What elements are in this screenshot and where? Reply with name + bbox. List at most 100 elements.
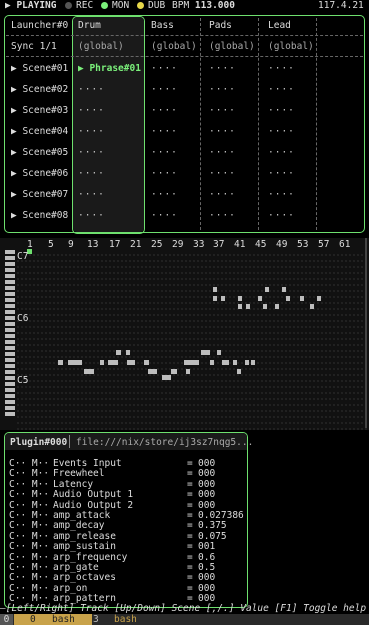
clip-slot[interactable]: ····	[151, 63, 178, 74]
midi-note[interactable]	[217, 350, 221, 355]
midi-note[interactable]	[263, 304, 267, 309]
midi-note[interactable]	[108, 360, 118, 365]
pads-sync[interactable]: (global)	[209, 41, 255, 52]
tmux-session[interactable]: 0	[0, 614, 13, 625]
clip-slot[interactable]: ····	[209, 63, 236, 74]
scene-row-5[interactable]: ▶ Scene#05	[11, 147, 68, 158]
clip-slot[interactable]: ····	[268, 63, 295, 74]
midi-note[interactable]	[300, 296, 304, 301]
plugin-param-row[interactable]: C·· M·· amp_sustain = 001	[9, 541, 215, 552]
midi-note[interactable]	[222, 360, 229, 365]
clip-slot[interactable]: ····	[209, 168, 236, 179]
midi-note[interactable]	[317, 296, 321, 301]
clip-slot[interactable]: ····	[151, 210, 178, 221]
clip-active[interactable]: ▶ Phrase#01	[78, 63, 141, 74]
mon-toggle[interactable]: MON	[101, 0, 129, 12]
plugin-param-row[interactable]: C·· M·· amp_release = 0.075	[9, 531, 227, 542]
midi-note[interactable]	[162, 375, 171, 380]
clip-slot[interactable]: ····	[209, 189, 236, 200]
param-value[interactable]: 000	[198, 489, 215, 500]
track-header-bass[interactable]: Bass	[151, 20, 174, 31]
midi-note[interactable]	[186, 369, 190, 374]
clip-slot[interactable]: ····	[151, 105, 178, 116]
midi-note[interactable]	[184, 360, 199, 365]
param-value[interactable]: 000	[198, 458, 215, 469]
clip-slot[interactable]: ····	[268, 210, 295, 221]
midi-note[interactable]	[126, 350, 130, 355]
param-value[interactable]: 001	[198, 541, 215, 552]
scene-row-2[interactable]: ▶ Scene#02	[11, 84, 68, 95]
lead-sync[interactable]: (global)	[268, 41, 314, 52]
param-value[interactable]: 0.6	[198, 552, 215, 563]
midi-note[interactable]	[68, 360, 82, 365]
scene-row-7[interactable]: ▶ Scene#07	[11, 189, 68, 200]
clip-slot[interactable]: ····	[78, 189, 105, 200]
midi-note[interactable]	[210, 360, 214, 365]
sync-setting[interactable]: Sync 1/1	[11, 41, 57, 52]
clip-slot[interactable]: ····	[268, 84, 295, 95]
param-value[interactable]: 0.375	[198, 520, 227, 531]
clip-slot[interactable]: ····	[268, 168, 295, 179]
param-value[interactable]: 0.5	[198, 562, 215, 573]
midi-note[interactable]	[213, 287, 217, 292]
plugin-param-row[interactable]: C·· M·· Audio Output 1 = 000	[9, 489, 215, 500]
piano-roll[interactable]: 1 5 9 13 17 21 25 29 33 37 41 45 49 53 5…	[0, 238, 369, 430]
clip-slot[interactable]: ····	[209, 126, 236, 137]
midi-note[interactable]	[251, 360, 255, 365]
midi-note[interactable]	[238, 296, 242, 301]
bass-sync[interactable]: (global)	[151, 41, 197, 52]
midi-note[interactable]	[275, 304, 279, 309]
dub-toggle[interactable]: DUB	[137, 0, 165, 12]
midi-note[interactable]	[148, 369, 157, 374]
clip-slot[interactable]: ····	[151, 126, 178, 137]
plugin-param-row[interactable]: C·· M·· amp_attack = 0.027386	[9, 510, 244, 521]
clip-slot[interactable]: ····	[209, 105, 236, 116]
plugin-param-row[interactable]: C·· M·· Freewheel = 000	[9, 468, 215, 479]
midi-note[interactable]	[246, 304, 250, 309]
midi-note[interactable]	[245, 360, 249, 365]
midi-note[interactable]	[233, 360, 237, 365]
midi-note[interactable]	[286, 296, 290, 301]
plugin-param-row[interactable]: C·· M·· arp_octaves = 000	[9, 572, 215, 583]
clip-slot[interactable]: ····	[151, 189, 178, 200]
clip-slot[interactable]: ····	[209, 210, 236, 221]
param-value[interactable]: 000	[198, 572, 215, 583]
clip-slot[interactable]: ····	[78, 210, 105, 221]
midi-note[interactable]	[201, 350, 210, 355]
midi-note[interactable]	[144, 360, 149, 365]
midi-note[interactable]	[282, 287, 286, 292]
midi-note[interactable]	[58, 360, 63, 365]
plugin-param-row[interactable]: C·· M·· amp_decay = 0.375	[9, 520, 227, 531]
scene-row-6[interactable]: ▶ Scene#06	[11, 168, 68, 179]
clip-slot[interactable]: ····	[78, 147, 105, 158]
plugin-param-row[interactable]: C·· M·· Events Input = 000	[9, 458, 215, 469]
midi-note[interactable]	[171, 369, 177, 374]
plugin-param-row[interactable]: C·· M·· arp_gate = 0.5	[9, 562, 215, 573]
clip-slot[interactable]: ····	[151, 168, 178, 179]
clip-slot[interactable]: ····	[78, 84, 105, 95]
rec-toggle[interactable]: REC	[65, 0, 93, 12]
midi-note[interactable]	[127, 360, 135, 365]
midi-note[interactable]	[265, 287, 269, 292]
param-value[interactable]: 000	[198, 479, 215, 490]
tmux-window-index[interactable]: 3	[93, 614, 99, 625]
plugin-param-row[interactable]: C·· M·· Audio Output 2 = 000	[9, 500, 215, 511]
scene-row-3[interactable]: ▶ Scene#03	[11, 105, 68, 116]
scene-row-8[interactable]: ▶ Scene#08	[11, 210, 68, 221]
midi-note[interactable]	[258, 296, 262, 301]
clip-slot[interactable]: ····	[268, 105, 295, 116]
param-value[interactable]: 0.075	[198, 531, 227, 542]
param-value[interactable]: 0.027386	[198, 510, 244, 521]
track-header-lead[interactable]: Lead	[268, 20, 291, 31]
roll-scrollbar[interactable]	[365, 238, 367, 428]
tmux-window-name[interactable]: bash	[114, 614, 137, 625]
midi-note[interactable]	[310, 304, 314, 309]
clip-slot[interactable]: ····	[209, 84, 236, 95]
param-value[interactable]: 000	[198, 583, 215, 594]
clip-slot[interactable]: ····	[209, 147, 236, 158]
midi-note[interactable]	[213, 296, 217, 301]
clip-slot[interactable]: ····	[78, 168, 105, 179]
midi-note[interactable]	[100, 360, 104, 365]
notes-layer[interactable]	[0, 238, 369, 430]
midi-note[interactable]	[221, 296, 225, 301]
